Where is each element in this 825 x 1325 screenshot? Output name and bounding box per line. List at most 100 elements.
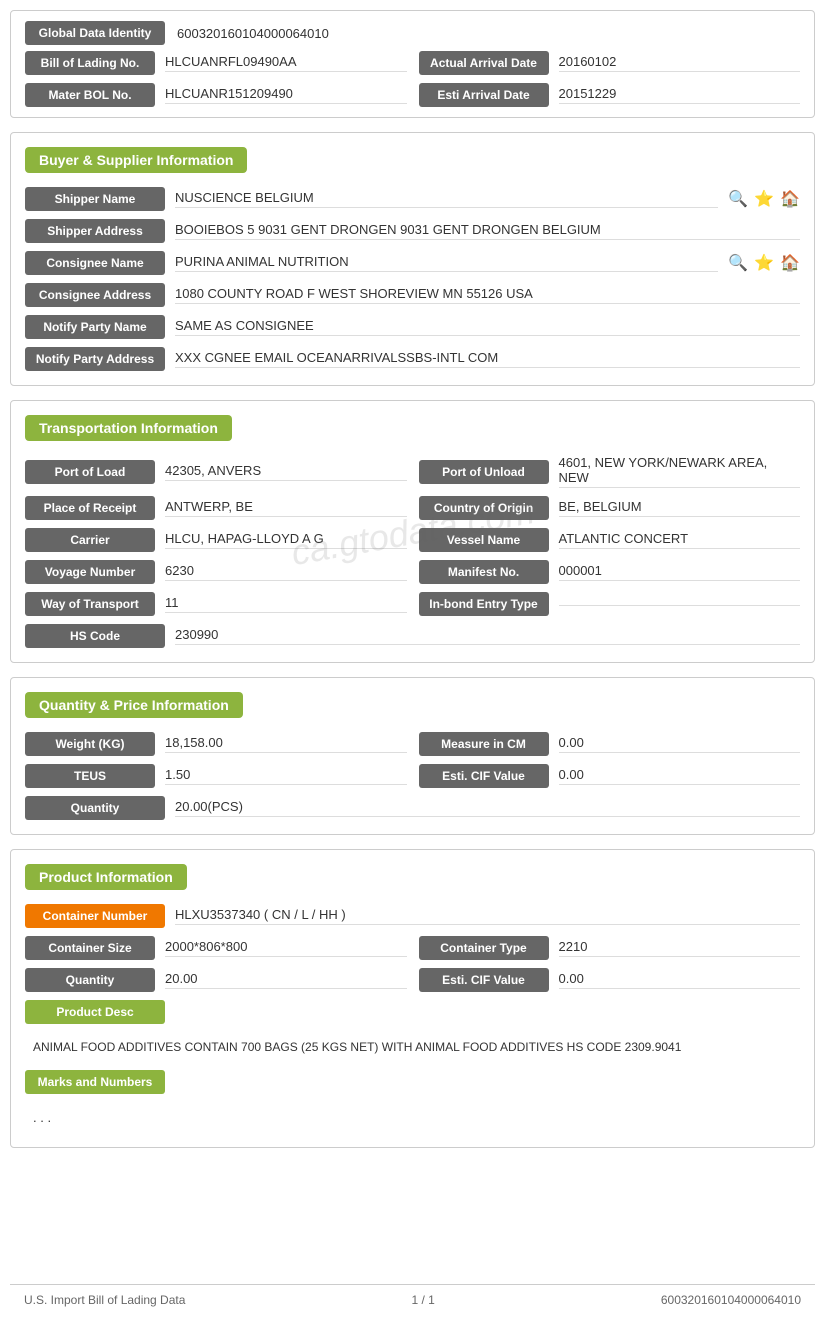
place-receipt-label: Place of Receipt — [25, 496, 155, 520]
way-transport-col: Way of Transport 11 — [25, 592, 407, 616]
esti-cif-label: Esti. CIF Value — [419, 764, 549, 788]
port-load-col: Port of Load 42305, ANVERS — [25, 460, 407, 484]
notify-party-address-label: Notify Party Address — [25, 347, 165, 371]
voyage-col: Voyage Number 6230 — [25, 560, 407, 584]
port-unload-col: Port of Unload 4601, NEW YORK/NEWARK ARE… — [419, 455, 801, 488]
manifest-label: Manifest No. — [419, 560, 549, 584]
product-qty-label: Quantity — [25, 968, 155, 992]
hs-code-label: HS Code — [25, 624, 165, 648]
transport-inbond-row: Way of Transport 11 In-bond Entry Type — [25, 592, 800, 616]
mater-bol-row: Mater BOL No. HLCUANR151209490 Esti Arri… — [25, 83, 800, 107]
consignee-star-icon[interactable]: ⭐ — [754, 253, 774, 273]
carrier-col: Carrier HLCU, HAPAG-LLOYD A G — [25, 528, 407, 552]
esti-cif-col: Esti. CIF Value 0.00 — [419, 764, 801, 788]
weight-label: Weight (KG) — [25, 732, 155, 756]
port-load-label: Port of Load — [25, 460, 155, 484]
consignee-home-icon[interactable]: 🏠 — [780, 253, 800, 273]
shipper-icons: 🔍 ⭐ 🏠 — [728, 189, 800, 209]
consignee-name-label: Consignee Name — [25, 251, 165, 275]
global-identity-value: 600320160104000064010 — [177, 26, 329, 41]
marks-numbers-row: Marks and Numbers — [25, 1070, 800, 1094]
esti-arrival-value: 20151229 — [559, 86, 801, 104]
voyage-value: 6230 — [165, 563, 407, 581]
product-qty-value: 20.00 — [165, 971, 407, 989]
shipper-name-label: Shipper Name — [25, 187, 165, 211]
weight-value: 18,158.00 — [165, 735, 407, 753]
container-type-value: 2210 — [559, 939, 801, 957]
container-number-row: Container Number HLXU3537340 ( CN / L / … — [25, 904, 800, 928]
footer-center: 1 / 1 — [411, 1293, 434, 1307]
product-cif-label: Esti. CIF Value — [419, 968, 549, 992]
shipper-name-row: Shipper Name NUSCIENCE BELGIUM 🔍 ⭐ 🏠 — [25, 187, 800, 211]
consignee-address-label: Consignee Address — [25, 283, 165, 307]
manifest-col: Manifest No. 000001 — [419, 560, 801, 584]
marks-numbers-value: . . . — [25, 1102, 800, 1133]
consignee-search-icon[interactable]: 🔍 — [728, 253, 748, 273]
transportation-section: Transportation Information ca.gtodata.co… — [10, 400, 815, 663]
product-qty-col: Quantity 20.00 — [25, 968, 407, 992]
carrier-label: Carrier — [25, 528, 155, 552]
manifest-value: 000001 — [559, 563, 801, 581]
container-type-col: Container Type 2210 — [419, 936, 801, 960]
container-type-label: Container Type — [419, 936, 549, 960]
actual-arrival-col: Actual Arrival Date 20160102 — [419, 51, 801, 75]
port-row: Port of Load 42305, ANVERS Port of Unloa… — [25, 455, 800, 488]
measure-cm-label: Measure in CM — [419, 732, 549, 756]
bol-value: HLCUANRFL09490AA — [165, 54, 407, 72]
bol-label: Bill of Lading No. — [25, 51, 155, 75]
global-identity-label: Global Data Identity — [25, 21, 165, 45]
way-transport-label: Way of Transport — [25, 592, 155, 616]
country-origin-label: Country of Origin — [419, 496, 549, 520]
consignee-address-value: 1080 COUNTY ROAD F WEST SHOREVIEW MN 551… — [175, 286, 800, 304]
global-identity-row: Global Data Identity 6003201601040000640… — [25, 21, 800, 45]
hs-code-value: 230990 — [175, 627, 800, 645]
footer-right: 600320160104000064010 — [661, 1293, 801, 1307]
container-size-value: 2000*806*800 — [165, 939, 407, 957]
country-origin-value: BE, BELGIUM — [559, 499, 801, 517]
place-receipt-value: ANTWERP, BE — [165, 499, 407, 517]
measure-cm-col: Measure in CM 0.00 — [419, 732, 801, 756]
teus-label: TEUS — [25, 764, 155, 788]
quantity-row: Quantity 20.00(PCS) — [25, 796, 800, 820]
buyer-supplier-title: Buyer & Supplier Information — [25, 147, 247, 173]
esti-arrival-col: Esti Arrival Date 20151229 — [419, 83, 801, 107]
product-cif-value: 0.00 — [559, 971, 801, 989]
notify-party-address-row: Notify Party Address XXX CGNEE EMAIL OCE… — [25, 347, 800, 371]
marks-numbers-label[interactable]: Marks and Numbers — [25, 1070, 165, 1094]
top-section: Global Data Identity 6003201601040000640… — [10, 10, 815, 118]
receipt-origin-row: Place of Receipt ANTWERP, BE Country of … — [25, 496, 800, 520]
shipper-star-icon[interactable]: ⭐ — [754, 189, 774, 209]
esti-cif-value: 0.00 — [559, 767, 801, 785]
product-desc-row: Product Desc — [25, 1000, 800, 1024]
buyer-supplier-section: Buyer & Supplier Information Shipper Nam… — [10, 132, 815, 386]
actual-arrival-value: 20160102 — [559, 54, 801, 72]
voyage-manifest-row: Voyage Number 6230 Manifest No. 000001 — [25, 560, 800, 584]
hs-code-row: HS Code 230990 — [25, 624, 800, 648]
consignee-name-row: Consignee Name PURINA ANIMAL NUTRITION 🔍… — [25, 251, 800, 275]
container-size-type-row: Container Size 2000*806*800 Container Ty… — [25, 936, 800, 960]
mater-bol-label: Mater BOL No. — [25, 83, 155, 107]
vessel-name-value: ATLANTIC CONCERT — [559, 531, 801, 549]
shipper-home-icon[interactable]: 🏠 — [780, 189, 800, 209]
weight-col: Weight (KG) 18,158.00 — [25, 732, 407, 756]
inbond-value — [559, 603, 801, 606]
inbond-col: In-bond Entry Type — [419, 592, 801, 616]
footer-left: U.S. Import Bill of Lading Data — [24, 1293, 185, 1307]
measure-cm-value: 0.00 — [559, 735, 801, 753]
teus-value: 1.50 — [165, 767, 407, 785]
shipper-search-icon[interactable]: 🔍 — [728, 189, 748, 209]
product-desc-label[interactable]: Product Desc — [25, 1000, 165, 1024]
bol-row: Bill of Lading No. HLCUANRFL09490AA Actu… — [25, 51, 800, 75]
quantity-value: 20.00(PCS) — [175, 799, 800, 817]
shipper-name-value: NUSCIENCE BELGIUM — [175, 190, 718, 208]
notify-party-name-value: SAME AS CONSIGNEE — [175, 318, 800, 336]
port-load-value: 42305, ANVERS — [165, 463, 407, 481]
consignee-icons: 🔍 ⭐ 🏠 — [728, 253, 800, 273]
container-number-label: Container Number — [25, 904, 165, 928]
product-info-section: Product Information Container Number HLX… — [10, 849, 815, 1148]
quantity-price-section: Quantity & Price Information Weight (KG)… — [10, 677, 815, 835]
notify-party-name-label: Notify Party Name — [25, 315, 165, 339]
teus-cif-row: TEUS 1.50 Esti. CIF Value 0.00 — [25, 764, 800, 788]
consignee-name-value: PURINA ANIMAL NUTRITION — [175, 254, 718, 272]
vessel-name-col: Vessel Name ATLANTIC CONCERT — [419, 528, 801, 552]
